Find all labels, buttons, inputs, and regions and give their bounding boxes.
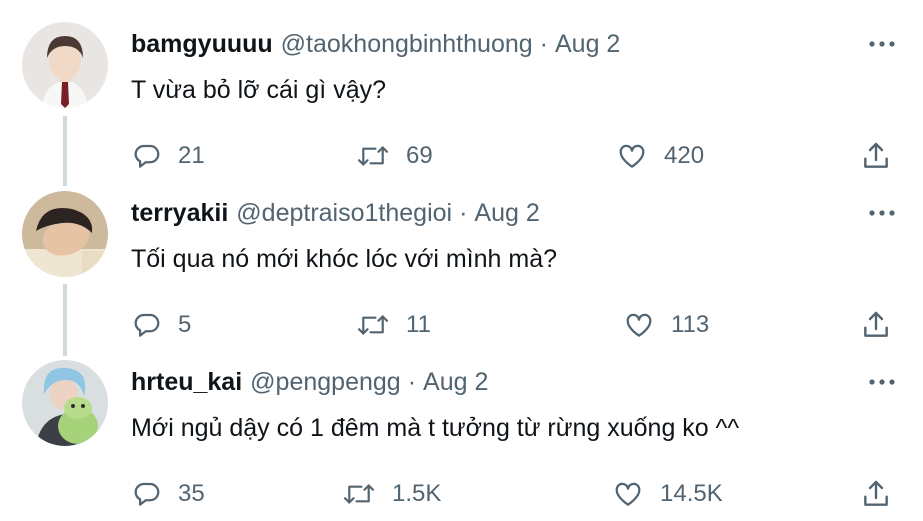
- like-button[interactable]: 14.5K: [612, 476, 723, 512]
- tweet-text: Tối qua nó mới khóc lóc với mình mà?: [131, 245, 558, 273]
- tweet[interactable]: hrteu_kai @pengpengg · Aug 2 Mới ngủ dậy…: [0, 360, 923, 512]
- reply-bubble-icon: [134, 313, 160, 337]
- reply-button[interactable]: 5: [132, 307, 191, 343]
- avatar-image: [22, 360, 108, 446]
- tweet-text: Mới ngủ dậy có 1 đêm mà t tưởng từ rừng …: [131, 414, 740, 442]
- more-options-button[interactable]: [862, 370, 902, 394]
- like-count: 113: [671, 311, 710, 338]
- reply-button[interactable]: 35: [132, 476, 205, 512]
- like-button[interactable]: 420: [616, 138, 704, 174]
- tweet-date[interactable]: Aug 2: [423, 368, 488, 397]
- share-button[interactable]: [860, 138, 892, 174]
- share-icon: [864, 142, 888, 168]
- tweet-actions: 5 11 113: [0, 307, 923, 343]
- more-horizontal-icon: [869, 41, 895, 47]
- more-horizontal-icon: [869, 379, 895, 385]
- share-icon: [864, 480, 888, 506]
- reply-bubble-icon: [134, 144, 160, 168]
- reply-count: 21: [178, 142, 205, 169]
- tweet-text: T vừa bỏ lỡ cái gì vậy?: [131, 76, 387, 104]
- tweet[interactable]: bamgyuuuu @taokhongbinhthuong · Aug 2 T …: [0, 22, 923, 174]
- retweet-button[interactable]: 69: [356, 138, 433, 174]
- heart-icon: [619, 144, 645, 168]
- retweet-button[interactable]: 1.5K: [342, 476, 441, 512]
- tweet-date[interactable]: Aug 2: [474, 199, 539, 228]
- retweet-count: 11: [406, 311, 431, 338]
- share-icon: [864, 311, 888, 337]
- separator-dot: ·: [459, 198, 468, 227]
- retweet-count: 69: [406, 142, 433, 169]
- user-handle[interactable]: @deptraiso1thegioi: [236, 199, 452, 228]
- display-name[interactable]: terryakii: [131, 199, 228, 228]
- tweet-actions: 35 1.5K 14.5K: [0, 476, 923, 512]
- avatar[interactable]: [22, 22, 108, 108]
- display-name[interactable]: hrteu_kai: [131, 368, 242, 397]
- like-count: 14.5K: [660, 480, 723, 507]
- tweet-thread: bamgyuuuu @taokhongbinhthuong · Aug 2 T …: [0, 0, 923, 521]
- tweet-header: terryakii @deptraiso1thegioi · Aug 2: [131, 197, 540, 229]
- tweet-actions: 21 69 420: [0, 138, 923, 174]
- avatar[interactable]: [22, 360, 108, 446]
- reply-count: 35: [178, 480, 205, 507]
- tweet-header: bamgyuuuu @taokhongbinhthuong · Aug 2: [131, 28, 620, 60]
- like-button[interactable]: 113: [623, 307, 709, 343]
- heart-icon: [626, 313, 652, 337]
- retweet-button[interactable]: 11: [356, 307, 431, 343]
- more-options-button[interactable]: [862, 201, 902, 225]
- user-handle[interactable]: @taokhongbinhthuong: [281, 30, 533, 59]
- retweet-icon: [357, 315, 389, 335]
- retweet-icon: [357, 146, 389, 166]
- like-count: 420: [664, 142, 705, 169]
- heart-icon: [615, 482, 641, 506]
- more-options-button[interactable]: [862, 32, 902, 56]
- share-button[interactable]: [860, 476, 892, 512]
- reply-bubble-icon: [134, 482, 160, 506]
- retweet-count: 1.5K: [392, 480, 442, 507]
- user-handle[interactable]: @pengpengg: [250, 368, 401, 397]
- display-name[interactable]: bamgyuuuu: [131, 30, 273, 59]
- avatar-image: [22, 191, 108, 277]
- separator-dot: ·: [539, 29, 548, 58]
- tweet-date[interactable]: Aug 2: [555, 30, 620, 59]
- reply-count: 5: [178, 311, 192, 338]
- share-button[interactable]: [860, 307, 892, 343]
- separator-dot: ·: [407, 367, 417, 396]
- more-horizontal-icon: [869, 210, 895, 216]
- tweet-header: hrteu_kai @pengpengg · Aug 2: [131, 366, 488, 398]
- avatar-image: [22, 22, 108, 108]
- avatar[interactable]: [22, 191, 108, 277]
- tweet[interactable]: terryakii @deptraiso1thegioi · Aug 2 Tối…: [0, 191, 923, 343]
- reply-button[interactable]: 21: [132, 138, 205, 174]
- retweet-icon: [343, 484, 375, 504]
